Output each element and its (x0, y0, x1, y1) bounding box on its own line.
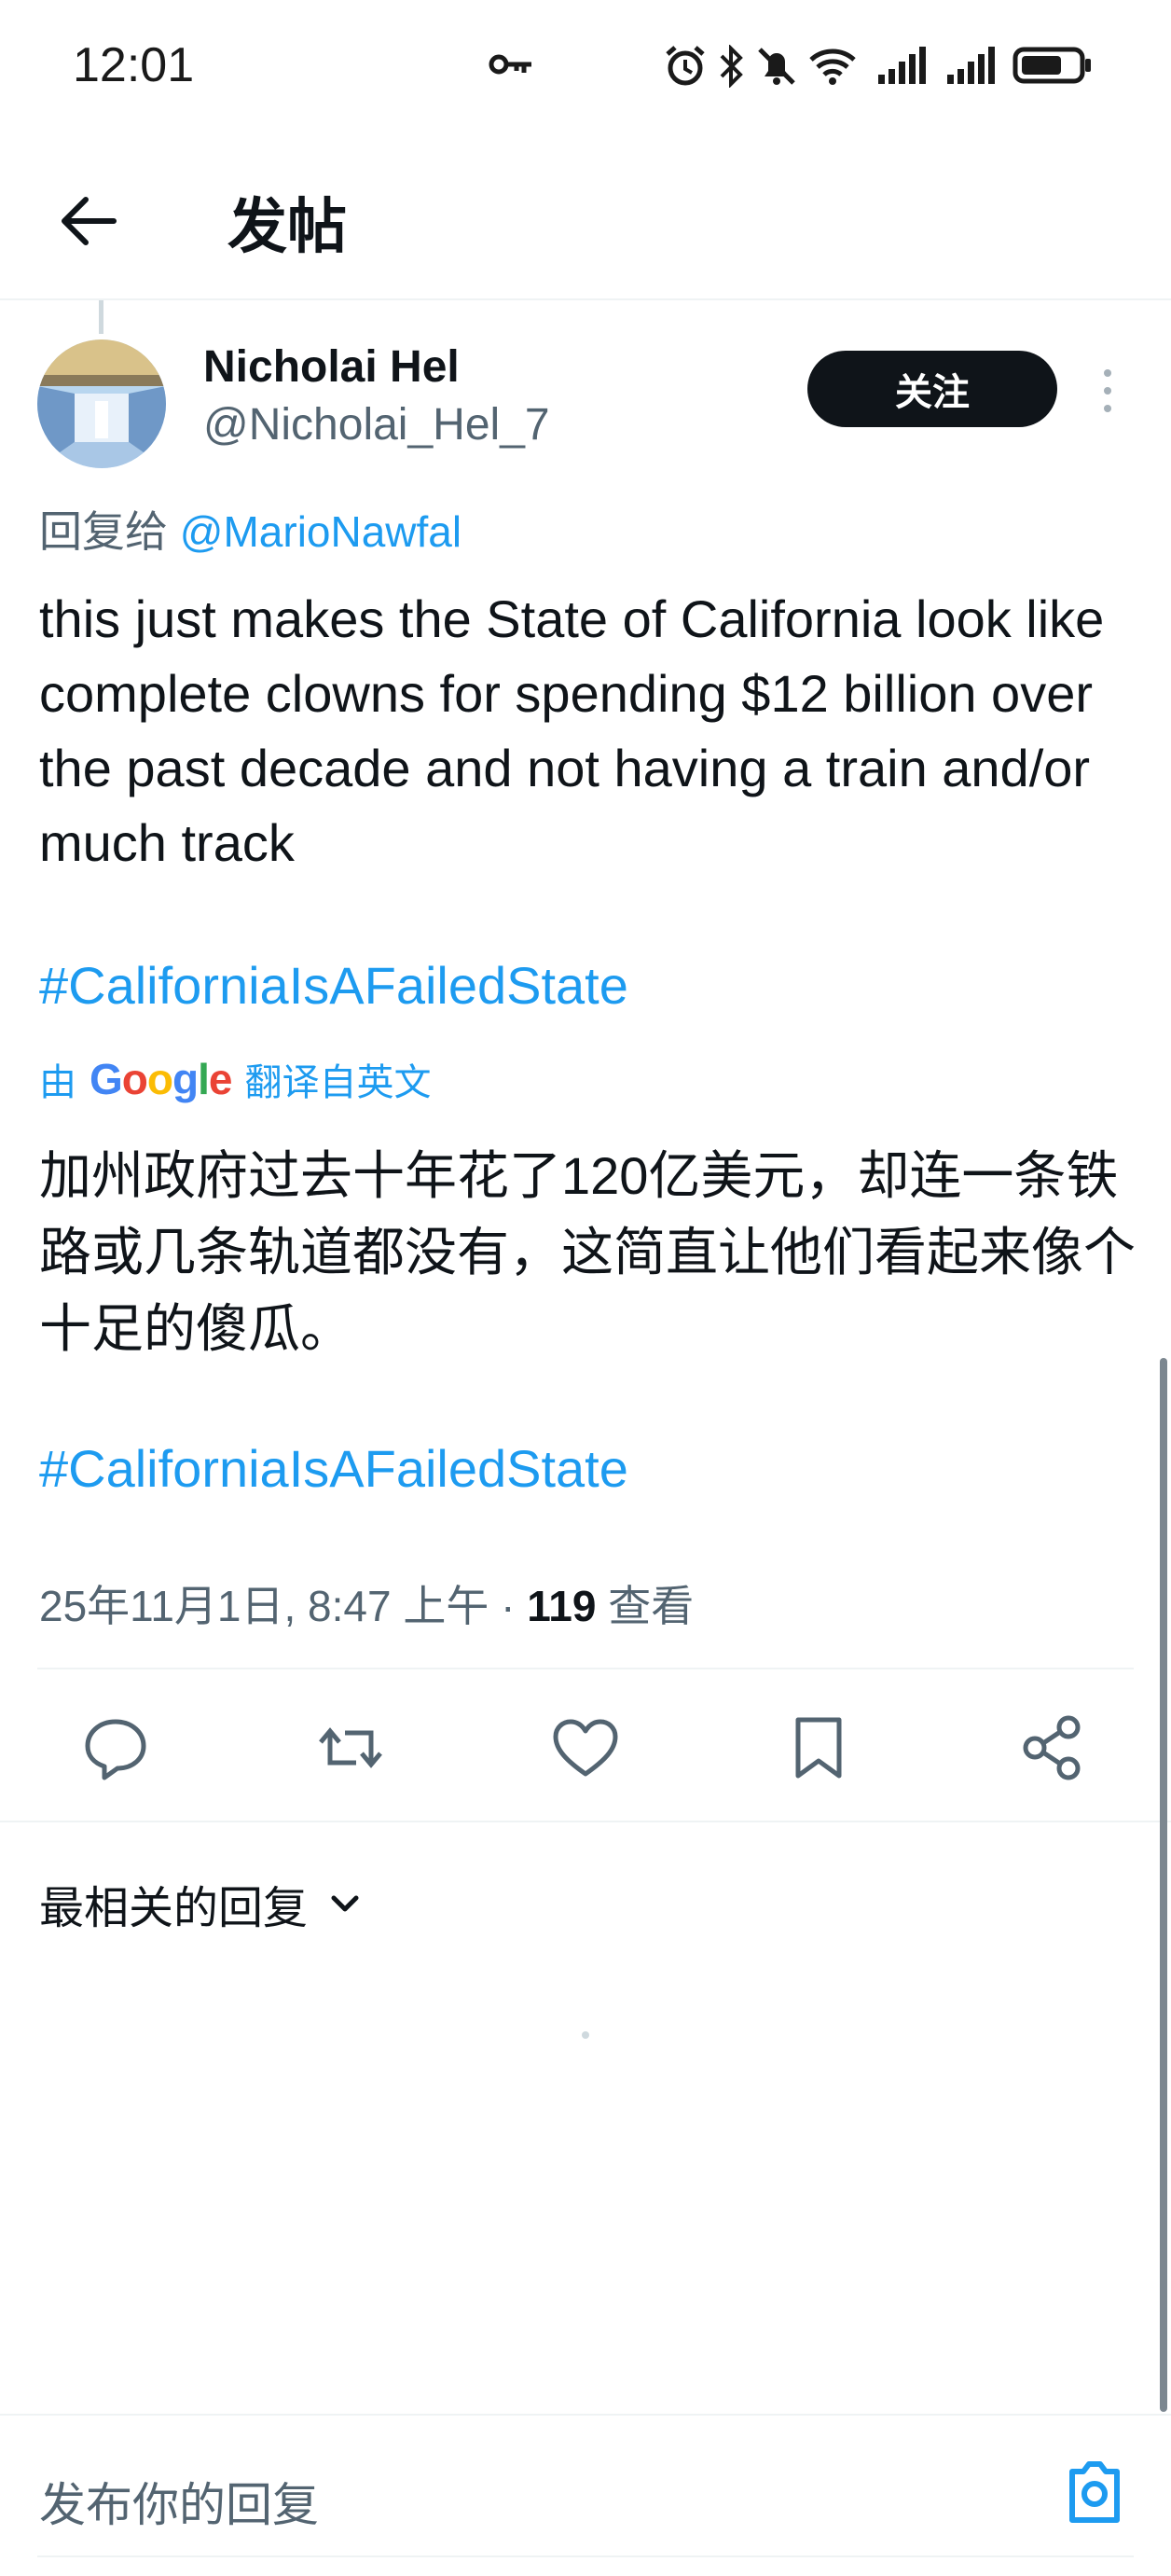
divider (37, 1668, 1134, 1669)
views-count: 119 (527, 1582, 597, 1630)
translated-by-suffix: 翻译自英文 (244, 1062, 432, 1103)
vpn-key-icon (489, 54, 531, 75)
status-bar: 12:01 (0, 0, 1171, 131)
avatar[interactable] (37, 339, 166, 468)
scrollbar[interactable] (1160, 1358, 1167, 2412)
signal-2-icon (947, 47, 995, 84)
chevron-down-icon (331, 1895, 359, 1912)
wifi-icon (809, 48, 856, 85)
reply-input[interactable]: 发布你的回复 (39, 2468, 319, 2535)
reply-sort-label: 最相关的回复 (39, 1884, 309, 1933)
timestamp[interactable]: 25年11月1日, 8:47 上午 (39, 1582, 489, 1630)
more-options-icon[interactable] (1096, 366, 1119, 416)
author-handle[interactable]: @Nicholai_Hel_7 (203, 399, 550, 450)
bluetooth-icon (720, 45, 743, 88)
translated-text: 加州政府过去十年花了120亿美元，却连一条铁路或几条轨道都没有，这简直让他们看起… (39, 1146, 1136, 1358)
google-logo: Google (90, 1055, 232, 1103)
back-arrow-icon[interactable] (56, 188, 121, 254)
meta-separator: · (501, 1582, 516, 1630)
loading-indicator (582, 2031, 589, 2039)
mute-bell-icon (758, 48, 795, 85)
translated-by-prefix: 由 (39, 1062, 76, 1103)
thread-connector (99, 300, 103, 334)
reply-sort-dropdown[interactable]: 最相关的回复 (39, 1871, 365, 1936)
alarm-icon (666, 46, 705, 86)
reply-to-line: 回复给 @MarioNawfal (39, 498, 462, 560)
translated-by[interactable]: 由 Google 翻译自英文 (39, 1052, 431, 1106)
translated-hashtag-link[interactable]: #CaliforniaIsAFailedState (39, 1438, 628, 1499)
reply-icon[interactable] (78, 1710, 153, 1785)
bookmark-icon[interactable] (781, 1710, 856, 1785)
page-title: 发帖 (227, 193, 347, 260)
divider (0, 1821, 1171, 1822)
camera-icon[interactable] (1061, 2455, 1128, 2529)
composer-underline (37, 2555, 1134, 2557)
follow-button[interactable]: 关注 (807, 351, 1057, 427)
top-nav: 发帖 (0, 131, 1171, 300)
signal-1-icon (878, 47, 926, 84)
views-label: 查看 (608, 1582, 695, 1630)
hashtag-link[interactable]: #CaliforniaIsAFailedState (39, 955, 628, 1016)
author-name[interactable]: Nicholai Hel (203, 341, 460, 393)
reply-to-mention[interactable]: @MarioNawfal (180, 507, 462, 556)
reply-composer: 发布你的回复 (0, 2414, 1171, 2576)
battery-icon (1013, 47, 1091, 84)
tweet-text: this just makes the State of California … (39, 589, 1105, 872)
like-icon[interactable] (548, 1710, 623, 1785)
retweet-icon[interactable] (313, 1710, 388, 1785)
tweet-meta: 25年11月1日, 8:47 上午 · 119 查看 (39, 1572, 694, 1634)
reply-to-prefix: 回复给 (39, 507, 168, 556)
share-icon[interactable] (1014, 1710, 1089, 1785)
status-time: 12:01 (73, 38, 195, 92)
